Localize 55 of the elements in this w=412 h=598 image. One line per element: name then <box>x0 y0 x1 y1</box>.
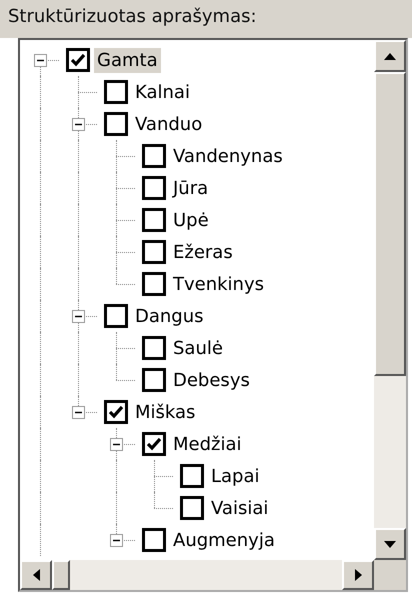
scrollbar-thumb[interactable] <box>374 72 406 376</box>
down-arrow-icon <box>384 540 396 548</box>
tree-item-label[interactable]: Gamta <box>94 48 161 72</box>
panel-heading: Struktūrizuotas aprašymas: <box>0 0 412 38</box>
checkbox[interactable] <box>66 48 90 72</box>
check-icon <box>69 51 87 69</box>
left-arrow-icon <box>32 569 40 581</box>
check-icon <box>107 403 125 421</box>
check-icon <box>145 435 163 453</box>
tree-item-label[interactable]: Dangus <box>132 304 207 328</box>
scroll-down-button[interactable] <box>374 528 406 560</box>
vertical-scrollbar[interactable] <box>374 40 406 560</box>
collapse-toggle[interactable] <box>72 310 85 323</box>
checkbox[interactable] <box>104 304 128 328</box>
up-arrow-icon <box>384 52 396 60</box>
collapse-toggle[interactable] <box>34 54 47 67</box>
tree-item-label[interactable]: Tvenkinys <box>170 272 267 296</box>
tree-item-label[interactable]: Jūra <box>170 176 212 200</box>
tree-item-label[interactable]: Medžiai <box>170 432 245 456</box>
checkbox[interactable] <box>104 112 128 136</box>
tree-item-label[interactable]: Ežeras <box>170 240 236 264</box>
tree-item-label[interactable]: Upė <box>170 208 212 232</box>
checkbox[interactable] <box>142 176 166 200</box>
checkbox[interactable] <box>142 528 166 552</box>
tree-item-label[interactable]: Miškas <box>132 400 198 424</box>
checkbox[interactable] <box>142 368 166 392</box>
collapse-toggle[interactable] <box>72 118 85 131</box>
checkbox[interactable] <box>142 240 166 264</box>
right-arrow-icon <box>354 569 362 581</box>
checkbox[interactable] <box>104 400 128 424</box>
scrollbar-thumb[interactable] <box>52 560 70 590</box>
checkbox[interactable] <box>104 80 128 104</box>
scroll-left-button[interactable] <box>20 560 52 590</box>
tree-item-label[interactable]: Vanduo <box>132 112 206 136</box>
tree-item-label[interactable]: Saulė <box>170 336 226 360</box>
tree-item-label[interactable]: Kalnai <box>132 80 193 104</box>
checkbox[interactable] <box>142 208 166 232</box>
tree-item-label[interactable]: Lapai <box>208 464 263 488</box>
scrollbar-corner <box>374 560 406 590</box>
horizontal-scrollbar[interactable] <box>20 560 374 590</box>
checkbox[interactable] <box>142 336 166 360</box>
checkbox[interactable] <box>142 432 166 456</box>
checkbox[interactable] <box>180 496 204 520</box>
scroll-up-button[interactable] <box>374 40 406 72</box>
checkbox[interactable] <box>180 464 204 488</box>
tree-item-label[interactable]: Vandenynas <box>170 144 286 168</box>
tree-item-label[interactable]: Debesys <box>170 368 253 392</box>
collapse-toggle[interactable] <box>72 406 85 419</box>
tree-item-label[interactable]: Augmenyja <box>170 528 278 552</box>
collapse-toggle[interactable] <box>110 438 123 451</box>
collapse-toggle[interactable] <box>110 534 123 547</box>
scroll-right-button[interactable] <box>342 560 374 590</box>
checkbox[interactable] <box>142 144 166 168</box>
tree-item-label[interactable]: Vaisiai <box>208 496 272 520</box>
checkbox[interactable] <box>142 272 166 296</box>
